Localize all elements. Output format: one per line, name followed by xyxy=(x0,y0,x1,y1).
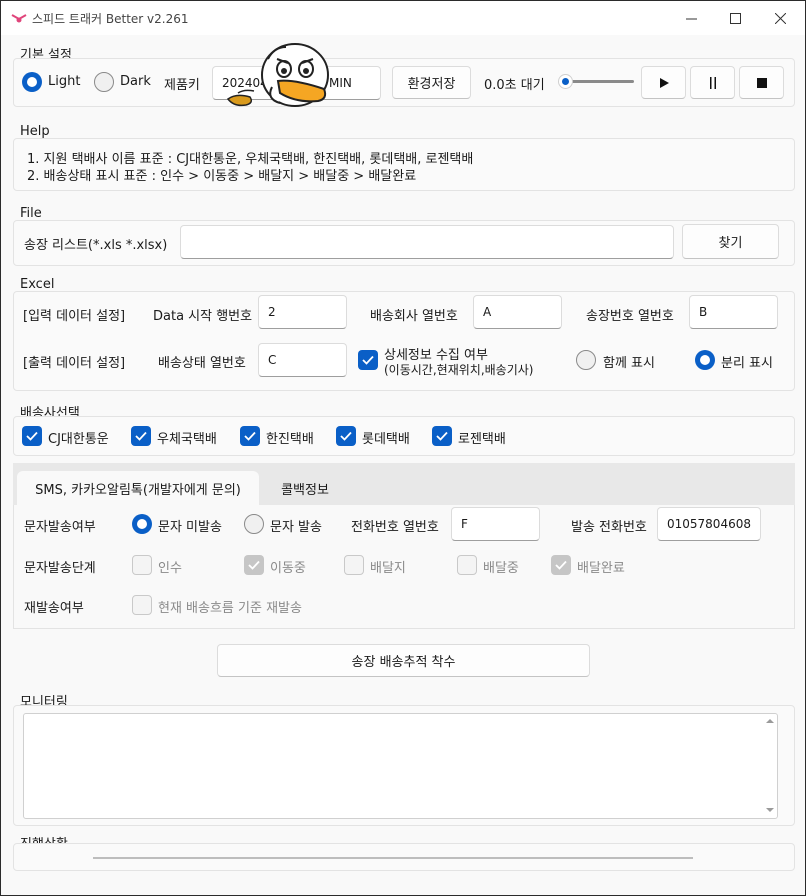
title-bar: 스피드 트래커 Better v2.261 xyxy=(1,1,805,35)
sms-not-send-label: 문자 미발송 xyxy=(158,520,222,535)
stop-icon xyxy=(756,77,767,88)
sms-send-radio[interactable] xyxy=(244,514,264,534)
resend-option-label: 현재 배송흐름 기준 재발송 xyxy=(158,601,302,616)
display-separate-radio[interactable] xyxy=(695,350,715,370)
close-button[interactable] xyxy=(757,1,803,35)
resend-label: 재발송여부 xyxy=(24,601,84,616)
phone-col-label: 전화번호 열번호 xyxy=(351,520,439,535)
close-icon xyxy=(774,12,786,24)
wait-slider-thumb[interactable] xyxy=(558,74,573,89)
stage-label-receipt: 인수 xyxy=(158,561,182,576)
theme-dark-label: Dark xyxy=(120,74,151,89)
checkmark-icon xyxy=(555,560,567,570)
save-settings-button[interactable]: 환경저장 xyxy=(392,66,471,99)
stop-button[interactable] xyxy=(739,66,784,99)
theme-light-label: Light xyxy=(48,74,81,89)
help-line-2: 2. 배송상태 표시 표준 : 인수 > 이동중 > 배달지 > 배달중 > 배… xyxy=(27,169,417,184)
theme-light-radio[interactable] xyxy=(22,72,42,92)
phone-col-input[interactable]: F xyxy=(451,507,540,541)
courier-label-lotte: 롯데택배 xyxy=(362,432,410,447)
courier-label-hanjin: 한진택배 xyxy=(266,432,314,447)
window-title: 스피드 트래커 Better v2.261 xyxy=(32,12,189,26)
status-col-label: 배송상태 열번호 xyxy=(158,356,246,371)
file-label: File xyxy=(20,206,42,221)
sender-phone-label: 발송 전화번호 xyxy=(571,520,647,535)
display-separate-label: 분리 표시 xyxy=(721,356,773,371)
sms-send-option-label: 문자 발송 xyxy=(270,520,322,535)
monitor-scrollbar[interactable] xyxy=(763,714,777,818)
courier-checkbox-logen[interactable] xyxy=(432,426,452,446)
stage-label-completed: 배달완료 xyxy=(577,561,625,576)
stage-checkbox-delivering[interactable] xyxy=(457,555,477,575)
monitor-log-textarea[interactable] xyxy=(23,713,778,819)
theme-dark-radio[interactable] xyxy=(94,72,114,92)
stage-checkbox-receipt[interactable] xyxy=(132,555,152,575)
courier-checkbox-lotte[interactable] xyxy=(336,426,356,446)
pause-icon xyxy=(709,76,716,89)
pause-button[interactable] xyxy=(690,66,735,99)
detail-info-checkbox[interactable] xyxy=(358,350,378,370)
progress-bar xyxy=(93,857,693,859)
stage-label-branch: 배달지 xyxy=(370,561,406,576)
checkmark-icon xyxy=(340,431,352,441)
courier-label-epost: 우체국택배 xyxy=(157,432,217,447)
checkmark-icon xyxy=(436,431,448,441)
stage-label-moving: 이동중 xyxy=(270,561,306,576)
courier-label-logen: 로젠택배 xyxy=(458,432,506,447)
resend-checkbox[interactable] xyxy=(132,595,152,615)
sms-send-label: 문자발송여부 xyxy=(24,520,96,535)
sender-phone-input[interactable]: 01057804608 xyxy=(657,507,761,541)
stage-checkbox-branch[interactable] xyxy=(344,555,364,575)
courier-col-label: 배송회사 열번호 xyxy=(370,309,458,324)
courier-label-cj: CJ대한통운 xyxy=(48,432,109,447)
invoice-file-path-input[interactable] xyxy=(180,225,674,259)
wait-slider-track[interactable] xyxy=(564,80,634,83)
courier-checkbox-cj[interactable] xyxy=(22,426,42,446)
maximize-button[interactable] xyxy=(712,1,758,35)
sms-not-send-radio[interactable] xyxy=(132,514,152,534)
start-row-input[interactable]: 2 xyxy=(258,295,347,329)
checkmark-icon xyxy=(362,355,374,365)
scroll-down-icon[interactable] xyxy=(766,807,774,813)
stage-label-delivering: 배달중 xyxy=(483,561,519,576)
maximize-icon xyxy=(729,12,741,24)
courier-checkbox-epost[interactable] xyxy=(131,426,151,446)
minimize-button[interactable] xyxy=(668,1,714,35)
play-icon xyxy=(659,77,669,88)
tab-callback[interactable]: 콜백정보 xyxy=(263,471,347,505)
courier-checkbox-hanjin[interactable] xyxy=(240,426,260,446)
minimize-icon xyxy=(685,18,697,19)
detail-info-label-2: (이동시간,현재위치,배송기사) xyxy=(384,363,534,377)
tab-sms[interactable]: SMS, 카카오알림톡(개발자에게 문의) xyxy=(17,471,259,505)
app-logo-icon xyxy=(11,14,27,23)
stage-checkbox-moving[interactable] xyxy=(244,555,264,575)
invoice-col-input[interactable]: B xyxy=(689,295,778,329)
scroll-up-icon[interactable] xyxy=(766,718,774,724)
invoice-col-label: 송장번호 열번호 xyxy=(586,309,674,324)
display-together-radio[interactable] xyxy=(576,350,596,370)
sms-stage-label: 문자발송단계 xyxy=(24,561,96,576)
checkmark-icon xyxy=(244,431,256,441)
start-row-label: Data 시작 행번호 xyxy=(153,309,253,324)
input-setting-label: [입력 데이터 설정] xyxy=(23,309,126,324)
excel-label: Excel xyxy=(20,277,55,292)
wait-time-label: 0.0초 대기 xyxy=(484,78,545,93)
display-together-label: 함께 표시 xyxy=(603,356,655,371)
invoice-list-label: 송장 리스트(*.xls *.xlsx) xyxy=(24,238,168,253)
start-tracking-button[interactable]: 송장 배송추적 착수 xyxy=(217,644,590,677)
output-setting-label: [출력 데이터 설정] xyxy=(23,356,126,371)
product-key-label: 제품키 xyxy=(164,78,200,93)
browse-button[interactable]: 찾기 xyxy=(682,224,779,259)
status-col-input[interactable]: C xyxy=(258,343,347,377)
courier-col-input[interactable]: A xyxy=(473,295,562,329)
play-button[interactable] xyxy=(641,66,686,99)
stage-checkbox-completed[interactable] xyxy=(551,555,571,575)
checkmark-icon xyxy=(26,431,38,441)
help-label: Help xyxy=(20,124,50,139)
duck-mascot-icon xyxy=(226,43,329,107)
checkmark-icon xyxy=(135,431,147,441)
app-window: 스피드 트래커 Better v2.261 기본 설정 Light Dark 제… xyxy=(0,0,806,896)
checkmark-icon xyxy=(248,560,260,570)
